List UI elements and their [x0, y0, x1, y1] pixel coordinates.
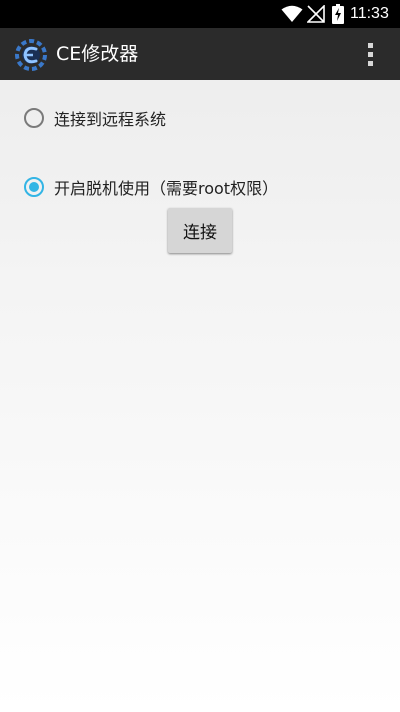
- cheat-engine-logo-icon[interactable]: [14, 38, 48, 72]
- battery-charging-icon: [330, 0, 346, 28]
- status-time: 11:33: [350, 5, 389, 22]
- radio-label-offline: 开启脱机使用（需要root权限）: [54, 179, 279, 198]
- wifi-icon: [280, 0, 304, 28]
- radio-checked-icon[interactable]: [24, 177, 44, 197]
- overflow-menu-icon[interactable]: [356, 34, 384, 74]
- radio-offline-mode[interactable]: 开启脱机使用（需要root权限）: [24, 174, 278, 200]
- radio-connect-remote[interactable]: 连接到远程系统: [24, 105, 166, 131]
- connect-button[interactable]: 连接: [168, 208, 232, 253]
- action-bar: CE修改器: [0, 28, 400, 80]
- status-bar: 11:33: [0, 0, 400, 28]
- app-title: CE修改器: [56, 43, 139, 65]
- menu-dot: [367, 60, 373, 66]
- menu-dot: [367, 42, 373, 48]
- radio-selected-dot: [29, 182, 39, 192]
- app-screen: 11:33 CE修改器 连接到远程系统 开启脱机使用（需要root权限） 连接: [0, 0, 400, 712]
- menu-dot: [367, 51, 373, 57]
- no-signal-icon: [306, 0, 326, 28]
- radio-label-remote: 连接到远程系统: [54, 110, 167, 129]
- radio-unchecked-icon[interactable]: [24, 108, 44, 128]
